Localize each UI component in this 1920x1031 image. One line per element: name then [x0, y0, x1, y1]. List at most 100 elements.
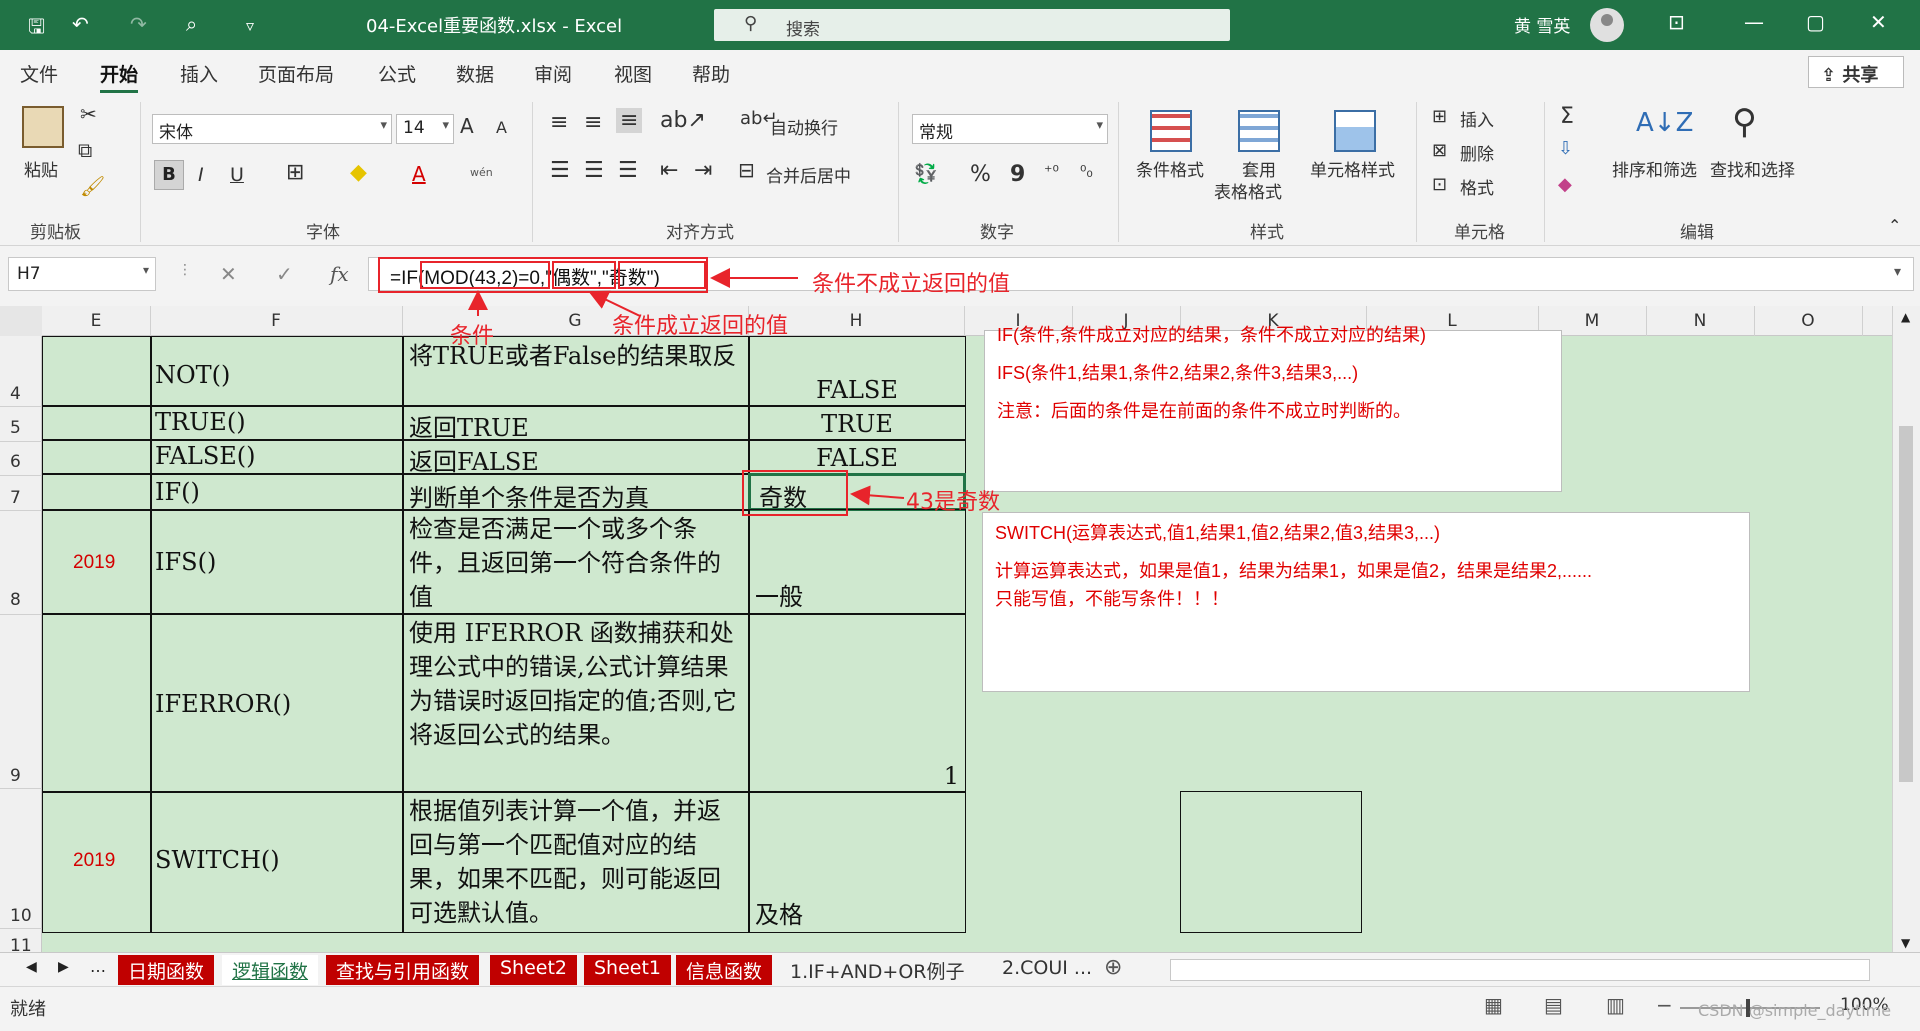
wrap-text-label[interactable]: 自动换行	[770, 114, 838, 139]
save-icon[interactable]: 🖫	[28, 12, 45, 46]
decrease-decimal-icon[interactable]: ⁰₀	[1080, 162, 1093, 181]
cell-f10[interactable]: SWITCH()	[150, 791, 404, 933]
borders-icon[interactable]: ⊞	[286, 160, 304, 185]
column-header-e[interactable]: E	[42, 311, 150, 331]
increase-indent-icon[interactable]: ⇥	[694, 158, 712, 183]
conditional-format-label[interactable]: 条件格式	[1136, 156, 1204, 181]
cell-e7[interactable]	[42, 473, 152, 511]
underline-button[interactable]: U	[230, 164, 244, 186]
page-break-view-icon[interactable]: ▥	[1606, 993, 1625, 1017]
cancel-icon[interactable]: ✕	[220, 262, 237, 286]
format-cells-icon[interactable]: ⊡	[1432, 174, 1447, 195]
column-header-n[interactable]: N	[1646, 311, 1754, 331]
horizontal-scrollbar[interactable]	[1170, 959, 1870, 981]
align-top-icon[interactable]: ≡	[550, 110, 568, 135]
scroll-down-icon[interactable]: ▼	[1901, 936, 1910, 950]
merge-center-label[interactable]: 合并后居中	[766, 162, 851, 187]
cut-icon[interactable]: ✂	[80, 102, 97, 126]
tab-home[interactable]: 开始	[100, 60, 139, 93]
align-bottom-icon[interactable]: ≡	[616, 108, 643, 133]
decrease-indent-icon[interactable]: ⇤	[660, 158, 678, 183]
insert-cells-icon[interactable]: ⊞	[1432, 106, 1447, 127]
cell-f6[interactable]: FALSE()	[150, 439, 404, 475]
user-name[interactable]: 黄 雪英	[1514, 12, 1570, 37]
find-select-icon[interactable]: ⚲	[1732, 102, 1757, 142]
zoom-out-icon[interactable]: −	[1656, 993, 1673, 1017]
number-format-select[interactable]: 常规 ▾	[912, 114, 1108, 144]
fill-color-icon[interactable]: ◆	[350, 160, 367, 185]
tab-help[interactable]: 帮助	[692, 60, 730, 87]
column-header-o[interactable]: O	[1754, 311, 1862, 331]
tab-data[interactable]: 数据	[456, 60, 494, 87]
cell-h9[interactable]: 1	[748, 613, 966, 793]
insert-function-icon[interactable]: fx	[330, 262, 349, 286]
vertical-scrollbar[interactable]: ▲ ▼	[1892, 306, 1920, 956]
cell-e4[interactable]	[42, 336, 152, 407]
tab-insert[interactable]: 插入	[180, 60, 218, 87]
delete-cells-label[interactable]: 删除	[1460, 140, 1494, 165]
merge-center-icon[interactable]: ⊟	[738, 158, 755, 182]
enter-icon[interactable]: ✓	[276, 262, 293, 286]
scroll-up-icon[interactable]: ▲	[1901, 310, 1910, 324]
shrink-font-button[interactable]: A	[496, 118, 507, 137]
copy-icon[interactable]: ⧉	[78, 138, 92, 162]
format-cells-label[interactable]: 格式	[1460, 174, 1494, 199]
scroll-thumb[interactable]	[1899, 426, 1913, 782]
autosum-button[interactable]: Σ	[1560, 104, 1574, 129]
tab-page-layout[interactable]: 页面布局	[258, 60, 334, 87]
cell-g6[interactable]: 返回FALSE	[402, 439, 750, 475]
avatar[interactable]	[1590, 8, 1624, 42]
note-box-if[interactable]: IF(条件,条件成立对应的结果，条件不成立对应的结果) IFS(条件1,结果1,…	[984, 325, 1562, 492]
delete-cells-icon[interactable]: ⊠	[1432, 140, 1447, 161]
sort-filter-label[interactable]: 排序和筛选	[1612, 156, 1697, 181]
comma-button[interactable]: 9	[1010, 162, 1025, 187]
bold-button[interactable]: B	[154, 160, 184, 190]
search-box[interactable]: ⚲ 搜索	[714, 9, 1230, 41]
cell-g7[interactable]: 判断单个条件是否为真	[402, 473, 750, 511]
cell-e10[interactable]: 2019	[42, 791, 152, 933]
ribbon-display-icon[interactable]: ⊡	[1668, 10, 1685, 34]
cell-f5[interactable]: TRUE()	[150, 405, 404, 441]
page-layout-view-icon[interactable]: ▤	[1544, 993, 1563, 1017]
next-sheet-icon[interactable]: ▶	[58, 959, 69, 975]
cell-g5[interactable]: 返回TRUE	[402, 405, 750, 441]
insert-cells-label[interactable]: 插入	[1460, 106, 1494, 131]
tab-formulas[interactable]: 公式	[378, 60, 416, 87]
sheet-tab-active[interactable]: 逻辑函数	[222, 955, 319, 985]
cell-g10[interactable]: 根据值列表计算一个值，并返回与第一个匹配值对应的结果，如果不匹配，则可能返回可选…	[402, 791, 750, 933]
cell-f7[interactable]: IF()	[150, 473, 404, 511]
align-middle-icon[interactable]: ≡	[584, 110, 602, 135]
increase-decimal-icon[interactable]: ⁺⁰	[1044, 162, 1059, 181]
align-center-icon[interactable]: ☰	[584, 158, 604, 183]
sheet-tab[interactable]: 查找与引用函数	[326, 955, 480, 985]
format-as-table-icon[interactable]	[1238, 110, 1280, 152]
tab-review[interactable]: 审阅	[534, 60, 572, 87]
cell-f4[interactable]: NOT()	[150, 336, 404, 407]
row-header-9[interactable]: 9	[0, 766, 40, 786]
font-name-select[interactable]: 宋体 ▾	[152, 114, 392, 144]
conditional-format-icon[interactable]	[1150, 110, 1192, 152]
expand-formula-icon[interactable]: ▾	[1894, 264, 1901, 280]
clear-icon[interactable]: ◆	[1558, 174, 1572, 195]
minimize-icon[interactable]: —	[1744, 10, 1764, 34]
column-header-f[interactable]: F	[150, 311, 402, 331]
row-header-5[interactable]: 5	[0, 418, 40, 438]
sheet-tab[interactable]: Sheet1	[584, 955, 672, 985]
sheet-tab[interactable]: 2.COUI ...	[992, 955, 1102, 985]
cell-f9[interactable]: IFERROR()	[150, 613, 404, 793]
cell-h10[interactable]: 及格	[748, 791, 966, 933]
grow-font-button[interactable]: A	[460, 114, 474, 138]
cell-e6[interactable]	[42, 439, 152, 475]
italic-button[interactable]: I	[198, 164, 204, 186]
maximize-icon[interactable]: ▢	[1806, 10, 1825, 34]
note-box-switch[interactable]: SWITCH(运算表达式,值1,结果1,值2,结果2,值3,结果3,...) 计…	[982, 512, 1750, 692]
percent-button[interactable]: %	[970, 162, 991, 187]
format-as-table-label-2[interactable]: 表格格式	[1214, 178, 1282, 203]
customize-qa-icon[interactable]: ▿	[246, 16, 254, 35]
share-button[interactable]: ⇪ 共享	[1808, 56, 1904, 88]
tab-view[interactable]: 视图	[614, 60, 652, 87]
cell-h8[interactable]: 一般	[748, 509, 966, 615]
redo-icon[interactable]: ↷	[130, 12, 147, 36]
font-size-select[interactable]: 14 ▾	[396, 114, 454, 144]
align-right-icon[interactable]: ☰	[618, 158, 638, 183]
